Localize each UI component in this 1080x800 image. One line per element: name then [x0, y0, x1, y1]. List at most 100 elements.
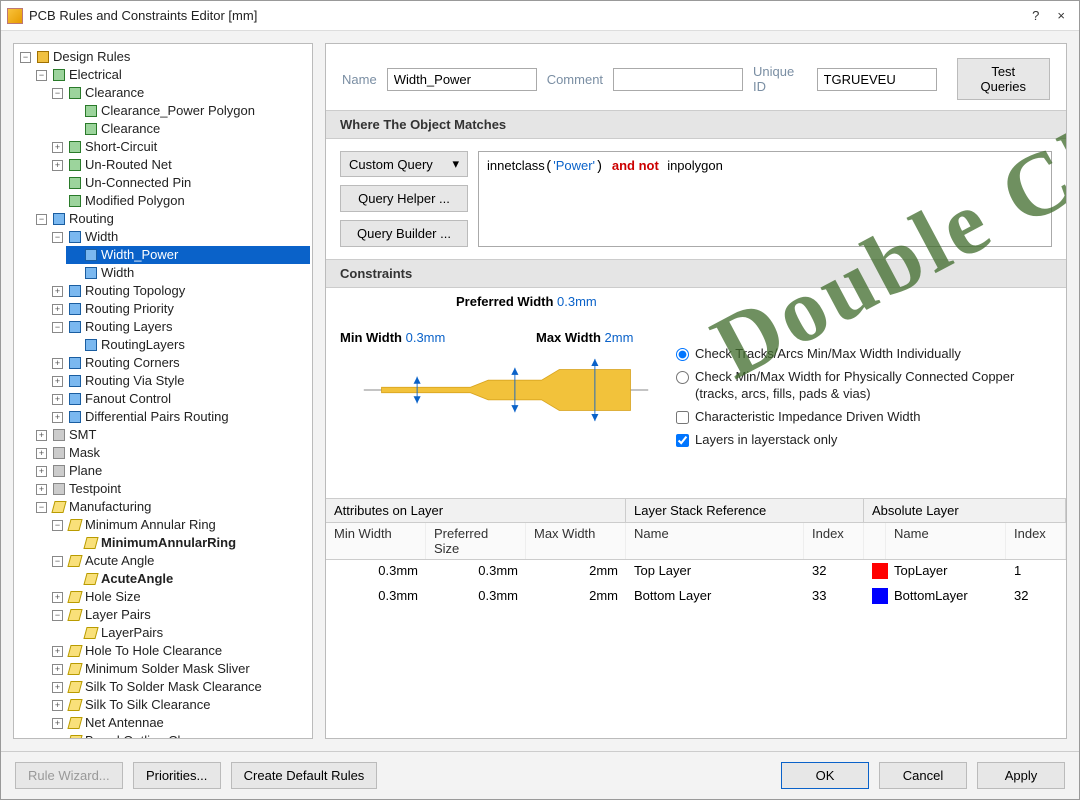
tree-plane[interactable]: +Plane [34, 462, 310, 480]
col-max-width[interactable]: Max Width [526, 523, 626, 559]
tree-board-outline-clearance[interactable]: Board Outline Clearance [50, 732, 310, 739]
tree-routing[interactable]: −Routing [34, 210, 310, 228]
tree-hole-size[interactable]: +Hole Size [50, 588, 310, 606]
tree-routing-corners[interactable]: +Routing Corners [50, 354, 310, 372]
tree-clearance[interactable]: −Clearance [50, 84, 310, 102]
cell-pref-size[interactable]: 0.3mm [426, 585, 526, 610]
name-input[interactable] [387, 68, 537, 91]
tree-routing-via-style[interactable]: +Routing Via Style [50, 372, 310, 390]
close-button[interactable]: × [1057, 8, 1065, 23]
tree-hole-to-hole[interactable]: +Hole To Hole Clearance [50, 642, 310, 660]
cancel-button[interactable]: Cancel [879, 762, 967, 789]
rule-icon [69, 141, 81, 153]
tree-silk-to-silk[interactable]: +Silk To Silk Clearance [50, 696, 310, 714]
constraints-header: Constraints [326, 259, 1066, 288]
rule-icon [67, 555, 82, 567]
tree-fanout-control[interactable]: +Fanout Control [50, 390, 310, 408]
col-layer-index[interactable]: Index [804, 523, 864, 559]
tree-min-annular-ring-rule[interactable]: MinimumAnnularRing [66, 534, 310, 552]
col-abs-name[interactable]: Name [886, 523, 1006, 559]
create-default-rules-button[interactable]: Create Default Rules [231, 762, 378, 789]
rule-icon [69, 357, 81, 369]
col-pref-size[interactable]: Preferred Size [426, 523, 526, 559]
cell-abs-index: 1 [1006, 560, 1066, 585]
dialog-footer: Rule Wizard... Priorities... Create Defa… [1, 751, 1079, 799]
tree-un-routed-net[interactable]: +Un-Routed Net [50, 156, 310, 174]
apply-button[interactable]: Apply [977, 762, 1065, 789]
rule-icon [85, 249, 97, 261]
tree-diff-pairs[interactable]: +Differential Pairs Routing [50, 408, 310, 426]
help-button[interactable]: ? [1032, 8, 1039, 23]
plane-icon [53, 465, 65, 477]
rule-detail-pane: Double Check Name Comment Unique ID Test… [325, 43, 1067, 739]
tree-width-rule[interactable]: Width [66, 264, 310, 282]
pref-width-value[interactable]: 0.3mm [557, 294, 597, 309]
cell-max-width[interactable]: 2mm [526, 560, 626, 585]
test-queries-button[interactable]: Test Queries [957, 58, 1050, 100]
opt-impedance-driven[interactable]: Characteristic Impedance Driven Width [676, 409, 1056, 426]
tree-modified-polygon[interactable]: Modified Polygon [50, 192, 310, 210]
rules-tree-pane[interactable]: −Design Rules −Electrical −Clearance Cle… [13, 43, 313, 739]
query-helper-button[interactable]: Query Helper ... [340, 185, 468, 212]
col-min-width[interactable]: Min Width [326, 523, 426, 559]
match-mode-dropdown[interactable]: Custom Query ▾ [340, 151, 468, 177]
query-textarea[interactable]: innetclass('Power') and not inpolygon [478, 151, 1052, 247]
tree-width[interactable]: −Width [50, 228, 310, 246]
tree-electrical[interactable]: −Electrical [34, 66, 310, 84]
tree-root[interactable]: −Design Rules [18, 48, 310, 66]
tree-short-circuit[interactable]: +Short-Circuit [50, 138, 310, 156]
opt-layers-in-stack-only[interactable]: Layers in layerstack only [676, 432, 1056, 449]
cell-min-width[interactable]: 0.3mm [326, 560, 426, 585]
tree-silk-to-solder[interactable]: +Silk To Solder Mask Clearance [50, 678, 310, 696]
opt-check-connected-copper[interactable]: Check Min/Max Width for Physically Conne… [676, 369, 1056, 403]
cell-min-width[interactable]: 0.3mm [326, 585, 426, 610]
priorities-button[interactable]: Priorities... [133, 762, 221, 789]
col-layer-name[interactable]: Name [626, 523, 804, 559]
rule-icon [85, 105, 97, 117]
rule-icon [83, 537, 98, 549]
cell-layer-index: 32 [804, 560, 864, 585]
electrical-icon [53, 69, 65, 81]
comment-input[interactable] [613, 68, 743, 91]
min-width-value[interactable]: 0.3mm [406, 330, 446, 345]
tree-manufacturing[interactable]: −Manufacturing [34, 498, 310, 516]
tree-min-annular-ring[interactable]: −Minimum Annular Ring [50, 516, 310, 534]
tree-min-solder-mask-sliver[interactable]: +Minimum Solder Mask Sliver [50, 660, 310, 678]
opt-check-individually[interactable]: Check Tracks/Arcs Min/Max Width Individu… [676, 346, 1056, 363]
tree-layer-pairs[interactable]: −Layer Pairs [50, 606, 310, 624]
tree-layer-pairs-rule[interactable]: LayerPairs [66, 624, 310, 642]
tree-clearance-rule[interactable]: Clearance [66, 120, 310, 138]
cell-pref-size[interactable]: 0.3mm [426, 560, 526, 585]
tree-testpoint[interactable]: +Testpoint [34, 480, 310, 498]
rule-icon [85, 267, 97, 279]
tree-clearance-power-polygon[interactable]: Clearance_Power Polygon [66, 102, 310, 120]
table-row[interactable]: 0.3mm0.3mm2mmTop Layer32TopLayer1 [326, 560, 1066, 585]
tree-mask[interactable]: +Mask [34, 444, 310, 462]
tree-routing-topology[interactable]: +Routing Topology [50, 282, 310, 300]
uid-label: Unique ID [753, 64, 806, 94]
track-width-diagram [346, 350, 666, 430]
tree-acute-angle[interactable]: −Acute Angle [50, 552, 310, 570]
tree-smt[interactable]: +SMT [34, 426, 310, 444]
tree-routing-layers[interactable]: −Routing Layers [50, 318, 310, 336]
rule-icon [83, 627, 98, 639]
tree-width-power[interactable]: Width_Power [66, 246, 310, 264]
tree-acute-angle-rule[interactable]: AcuteAngle [66, 570, 310, 588]
col-abs-index[interactable]: Index [1006, 523, 1066, 559]
min-width-label: Min Width [340, 330, 402, 345]
cell-max-width[interactable]: 2mm [526, 585, 626, 610]
uid-input[interactable] [817, 68, 937, 91]
rule-wizard-button[interactable]: Rule Wizard... [15, 762, 123, 789]
tree-un-connected-pin[interactable]: Un-Connected Pin [50, 174, 310, 192]
max-width-value[interactable]: 2mm [605, 330, 634, 345]
rule-icon [69, 177, 81, 189]
tree-routing-layers-rule[interactable]: RoutingLayers [66, 336, 310, 354]
cell-abs-index: 32 [1006, 585, 1066, 610]
ok-button[interactable]: OK [781, 762, 869, 789]
tree-net-antennae[interactable]: +Net Antennae [50, 714, 310, 732]
rule-icon [67, 519, 82, 531]
tree-routing-priority[interactable]: +Routing Priority [50, 300, 310, 318]
col-group-attr: Attributes on Layer [326, 499, 626, 522]
query-builder-button[interactable]: Query Builder ... [340, 220, 468, 247]
table-row[interactable]: 0.3mm0.3mm2mmBottom Layer33BottomLayer32 [326, 585, 1066, 610]
